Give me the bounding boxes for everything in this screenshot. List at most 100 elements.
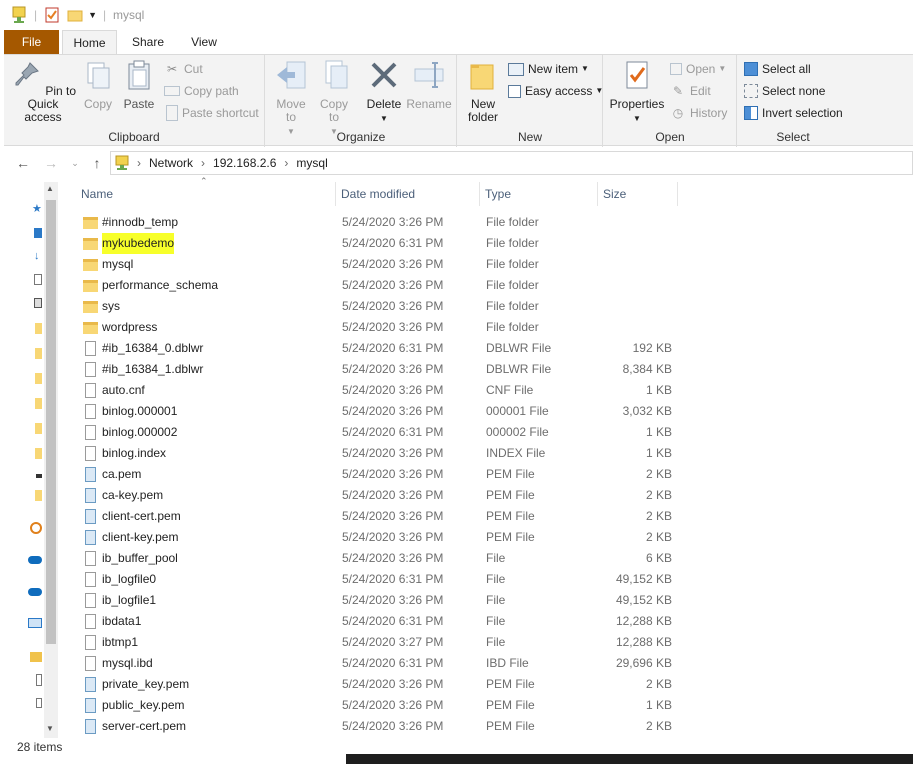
file-row[interactable]: public_key.pem 5/24/2020 3:26 PM PEM File 1… [80, 695, 680, 716]
file-row[interactable]: private_key.pem 5/24/2020 3:26 PM PEM File… [80, 674, 680, 695]
open-button[interactable]: Open ▼ [670, 59, 726, 79]
properties-check-icon[interactable] [45, 7, 59, 23]
select-all-button[interactable]: Select all [744, 59, 811, 79]
file-name[interactable]: client-cert.pem [102, 506, 181, 527]
creative-cloud-icon[interactable] [30, 522, 42, 534]
file-name[interactable]: #ib_16384_0.dblwr [102, 338, 203, 359]
column-type[interactable]: Type [482, 182, 598, 206]
file-name[interactable]: binlog.000001 [102, 401, 177, 422]
file-row[interactable]: ib_buffer_pool 5/24/2020 3:26 PM File 6 KB [80, 548, 680, 569]
back-arrow-icon[interactable]: ← [14, 154, 32, 172]
properties-button[interactable]: Properties ▼ [608, 59, 666, 125]
file-row[interactable]: ibtmp1 5/24/2020 3:27 PM File 12,288 KB [80, 632, 680, 653]
onedrive-icon[interactable] [28, 556, 42, 564]
scrollbar-thumb[interactable] [46, 200, 56, 644]
pin-quick-access-button[interactable]: Pin to Quick access [8, 59, 78, 124]
file-name[interactable]: performance_schema [102, 275, 218, 296]
file-row[interactable]: client-cert.pem 5/24/2020 3:26 PM PEM File… [80, 506, 680, 527]
file-row[interactable]: ca.pem 5/24/2020 3:26 PM PEM File 2 KB [80, 464, 680, 485]
libraries-icon[interactable] [30, 652, 42, 662]
file-row[interactable]: binlog.000001 5/24/2020 3:26 PM 000001 Fil… [80, 401, 680, 422]
paste-button[interactable]: Paste [119, 59, 159, 111]
customize-qa-icon[interactable]: ▼ [88, 10, 97, 20]
file-row[interactable]: sys 5/24/2020 3:26 PM File folder [80, 296, 680, 317]
breadcrumb-network[interactable]: Network [149, 156, 193, 170]
file-row[interactable]: #ib_16384_0.dblwr 5/24/2020 6:31 PM DBLWR … [80, 338, 680, 359]
address-bar[interactable]: › Network › 192.168.2.6 › mysql [110, 151, 913, 175]
breadcrumb-host[interactable]: 192.168.2.6 [213, 156, 276, 170]
tab-file[interactable]: File [4, 30, 59, 54]
file-name[interactable]: ibdata1 [102, 611, 141, 632]
folder-icon[interactable] [35, 423, 42, 434]
new-folder-button[interactable]: New folder [464, 59, 502, 124]
tab-home[interactable]: Home [62, 30, 117, 54]
file-name[interactable]: #ib_16384_1.dblwr [102, 359, 203, 380]
file-name[interactable]: mysql.ibd [102, 653, 153, 674]
tab-view[interactable]: View [184, 30, 224, 54]
file-name[interactable]: mykubedemo [102, 233, 175, 254]
folder-icon[interactable] [35, 373, 42, 384]
file-name[interactable]: ca-key.pem [102, 485, 163, 506]
file-name[interactable]: #innodb_temp [102, 212, 178, 233]
folder-icon[interactable] [35, 323, 42, 334]
file-name[interactable]: wordpress [102, 317, 157, 338]
onedrive-icon[interactable] [28, 588, 42, 596]
file-row[interactable]: wordpress 5/24/2020 3:26 PM File folder [80, 317, 680, 338]
folder-icon[interactable] [35, 398, 42, 409]
file-name[interactable]: mysql [102, 254, 133, 275]
file-name[interactable]: binlog.index [102, 443, 166, 464]
document-icon[interactable] [36, 674, 42, 686]
new-folder-qa-icon[interactable] [67, 8, 83, 22]
star-icon[interactable]: ★ [32, 202, 42, 215]
file-row[interactable]: mysql.ibd 5/24/2020 6:31 PM IBD File 29,696… [80, 653, 680, 674]
drive-icon[interactable] [36, 474, 42, 478]
file-row[interactable]: auto.cnf 5/24/2020 3:26 PM CNF File 1 KB [80, 380, 680, 401]
downloads-icon[interactable]: ↓ [34, 250, 40, 262]
column-size[interactable]: Size [600, 182, 678, 206]
file-name[interactable]: client-key.pem [102, 527, 178, 548]
scroll-down-icon[interactable]: ▼ [46, 724, 54, 733]
documents-icon[interactable] [34, 274, 42, 285]
file-name[interactable]: ib_logfile0 [102, 569, 156, 590]
copy-to-button[interactable]: Copy to ▼ [316, 59, 352, 138]
delete-button[interactable]: Delete ▼ [364, 59, 404, 125]
pictures-icon[interactable] [34, 298, 42, 308]
file-name[interactable]: public_key.pem [102, 695, 185, 716]
file-name[interactable]: private_key.pem [102, 674, 189, 695]
copy-button[interactable]: Copy [80, 59, 116, 111]
new-item-button[interactable]: New item ▼ [508, 59, 589, 79]
file-row[interactable]: server-cert.pem 5/24/2020 3:26 PM PEM File… [80, 716, 680, 737]
file-row[interactable]: binlog.index 5/24/2020 3:26 PM INDEX File 1… [80, 443, 680, 464]
folder-icon[interactable] [35, 490, 42, 501]
move-to-button[interactable]: Move to ▼ [274, 59, 308, 138]
file-row[interactable]: ib_logfile0 5/24/2020 6:31 PM File 49,152 K… [80, 569, 680, 590]
file-name[interactable]: sys [102, 296, 120, 317]
file-row[interactable]: ib_logfile1 5/24/2020 3:26 PM File 49,152 K… [80, 590, 680, 611]
file-name[interactable]: ca.pem [102, 464, 141, 485]
breadcrumb-mysql[interactable]: mysql [296, 156, 327, 170]
easy-access-button[interactable]: Easy access ▼ [508, 81, 603, 101]
history-button[interactable]: ◷ History [670, 103, 728, 123]
cut-button[interactable]: ✂ Cut [164, 59, 203, 79]
file-row[interactable]: performance_schema 5/24/2020 3:26 PM File … [80, 275, 680, 296]
rename-button[interactable]: Rename [406, 59, 452, 111]
file-row[interactable]: #ib_16384_1.dblwr 5/24/2020 3:26 PM DBLWR … [80, 359, 680, 380]
file-row[interactable]: binlog.000002 5/24/2020 6:31 PM 000002 Fil… [80, 422, 680, 443]
file-name[interactable]: ibtmp1 [102, 632, 138, 653]
file-row[interactable]: ca-key.pem 5/24/2020 3:26 PM PEM File 2 KB [80, 485, 680, 506]
select-none-button[interactable]: Select none [744, 81, 825, 101]
this-pc-icon[interactable] [28, 618, 42, 628]
file-row[interactable]: #innodb_temp 5/24/2020 3:26 PM File folder [80, 212, 680, 233]
file-row[interactable]: mysql 5/24/2020 3:26 PM File folder [80, 254, 680, 275]
desktop-icon[interactable] [34, 228, 42, 238]
file-name[interactable]: server-cert.pem [102, 716, 186, 737]
up-arrow-icon[interactable]: ↑ [88, 154, 106, 172]
copy-path-button[interactable]: Copy path [164, 81, 239, 101]
file-row[interactable]: mykubedemo 5/24/2020 6:31 PM File folder [80, 233, 680, 254]
paste-shortcut-button[interactable]: Paste shortcut [164, 103, 259, 123]
tab-share[interactable]: Share [128, 30, 168, 54]
file-name[interactable]: ib_buffer_pool [102, 548, 178, 569]
invert-selection-button[interactable]: Invert selection [744, 103, 843, 123]
column-name[interactable]: Name [78, 182, 336, 206]
forward-arrow-icon[interactable]: → [42, 154, 60, 172]
